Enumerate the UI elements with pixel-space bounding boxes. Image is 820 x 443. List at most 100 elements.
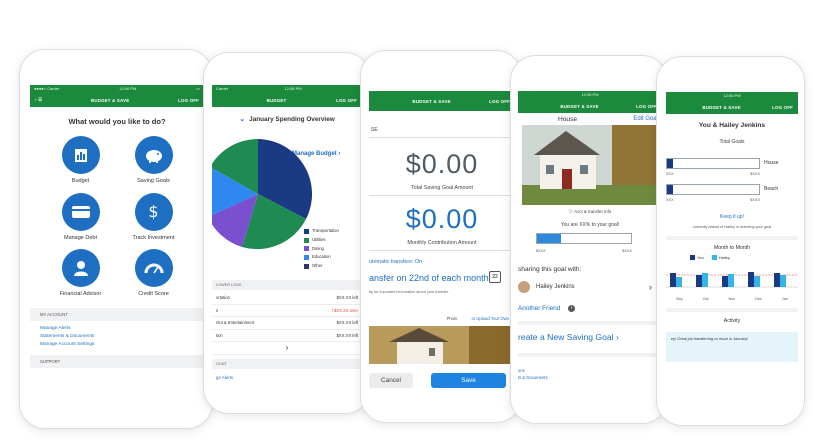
create-goal-link[interactable]: reate a New Saving Goal › xyxy=(518,332,619,342)
upload-photo-link[interactable]: or Upload Your Own xyxy=(472,316,509,321)
clock: 12:06 PM xyxy=(119,86,137,91)
bar-sep-hailey xyxy=(676,277,682,287)
feature-track-investment[interactable]: $ Track Investment xyxy=(117,192,190,242)
list-item[interactable]: ortation $XX.XX left xyxy=(212,292,362,305)
create-goal-label: reate a New Saving Goal xyxy=(518,332,614,342)
alerts-link[interactable]: ons xyxy=(518,367,548,374)
list-item[interactable]: tion $XX.XX left xyxy=(212,330,362,342)
app-header: ●●●●○ Carrier 12:06 PM ▭ ‹ ☰ BUDGET & SA… xyxy=(30,85,204,107)
transfer-date-selector[interactable]: ansfer on 22nd of each month xyxy=(369,273,489,283)
bar-oct-you xyxy=(696,275,702,287)
more-row[interactable]: › xyxy=(212,342,362,355)
list-item[interactable]: Out & Entertainment $XX.XX left xyxy=(212,317,362,330)
nav-bar: BUDGET & SAVE LOG OFF xyxy=(518,99,662,113)
feature-saving-goals[interactable]: Saving Goals xyxy=(117,136,190,185)
legend-hailey: Hailey xyxy=(711,255,730,261)
friend-row[interactable]: Hailey Jenkins › xyxy=(518,281,662,293)
legend-other: Other xyxy=(304,262,339,271)
total-goal-amount-input[interactable]: $0.00 xyxy=(369,149,515,180)
nav-title: BUDGET & SAVE xyxy=(560,103,599,109)
house-goal-values: XXX $XXX xyxy=(666,172,760,176)
auto-transfer-toggle[interactable]: utomatic transfers: On xyxy=(369,259,422,265)
my-account-header: MY ACCOUNT xyxy=(30,307,204,321)
total-goal-caption: Total Saving Goal Amount xyxy=(410,185,474,191)
house-goal-label: House xyxy=(764,160,779,166)
legend-transportation: Transportation xyxy=(304,227,339,236)
month-labels: Sep Oct Nov Dec Jan xyxy=(675,297,788,301)
logoff-button[interactable]: LOG OFF xyxy=(336,98,357,103)
logoff-button[interactable]: LOG OFF xyxy=(489,99,510,104)
beach-goal-values: XXX $XXX xyxy=(666,198,760,202)
page-title: What would you like to do? xyxy=(68,117,166,126)
logoff-button[interactable]: LOG OFF xyxy=(178,98,199,103)
avatar xyxy=(518,281,530,293)
pie-legend: Transportation Utilities Dining Educatio… xyxy=(304,227,339,271)
calendar-icon[interactable]: 22 xyxy=(489,271,501,283)
logoff-button[interactable]: LOG OFF xyxy=(636,104,657,109)
piggy-bank-icon xyxy=(134,136,173,174)
activity-message: ey! Great job transferring xx much in Ja… xyxy=(666,332,798,362)
feature-label: Financial Advisor xyxy=(59,291,102,297)
feature-budget[interactable]: Budget xyxy=(44,136,117,185)
documents-link[interactable]: ts & Documents xyxy=(518,374,548,381)
account-settings-link[interactable]: Manage Account Settings xyxy=(30,341,204,349)
month-to-month-title: Month to Month xyxy=(713,245,751,251)
nav-title: BUDGET & SAVE xyxy=(90,97,130,103)
spending-pie-chart xyxy=(212,138,312,250)
house-goal-fill xyxy=(667,159,674,168)
manage-alerts-link[interactable]: Manage Alerts xyxy=(30,325,204,333)
add-friend-label: Another Friend xyxy=(518,305,561,312)
logoff-button[interactable]: LOG OFF xyxy=(772,105,793,110)
ahead-message: currently ahead of Hailey in reaching yo… xyxy=(692,225,772,229)
edit-goal-link[interactable]: Edit Goal xyxy=(633,116,658,122)
feature-credit-score[interactable]: Credit Score xyxy=(117,249,190,298)
screen-goal-detail: 12:06 PM BUDGET & SAVE LOG OFF House Edi… xyxy=(518,91,662,407)
screen-shared-goals: 12:06 PM BUDGET & SAVE LOG OFF You & Hai… xyxy=(666,92,798,408)
bar-dec-you xyxy=(748,272,754,287)
nav-bar: BUDGET & SAVE LOG OFF xyxy=(666,100,798,114)
legend-dining: Dining xyxy=(304,245,339,254)
phone-shared-goals: 12:06 PM BUDGET & SAVE LOG OFF You & Hai… xyxy=(656,56,805,426)
save-button[interactable]: Save xyxy=(431,373,506,388)
chevron-right-icon: › xyxy=(285,343,289,353)
overview-title: January Spending Overview xyxy=(249,115,335,123)
feature-manage-debt[interactable]: Manage Debt xyxy=(44,192,117,242)
nav-title: BUDGET & SAVE xyxy=(412,98,451,104)
statements-link[interactable]: Statements & Documents xyxy=(30,333,204,341)
monthly-contribution-input[interactable]: $0.00 xyxy=(369,204,515,235)
goal-name: House xyxy=(558,115,578,123)
feature-financial-advisor[interactable]: Financial Advisor xyxy=(44,249,117,298)
category-list: ortation $XX.XX left s! $XX.XX over Out &… xyxy=(212,292,362,355)
nav-bar: BUDGET & SAVE LOG OFF xyxy=(369,91,515,111)
list-item[interactable]: s! $XX.XX over xyxy=(212,305,362,317)
month-to-month-chart xyxy=(666,272,798,288)
back-menu[interactable]: ‹ ☰ xyxy=(35,97,42,103)
feature-label: Credit Score xyxy=(138,291,169,297)
status-bar: ●●●●○ Carrier 12:06 PM ▭ xyxy=(30,85,204,93)
nav-title: BUDGET xyxy=(266,97,287,103)
acct-transfer-info[interactable]: ⓘ Acct & transfer info xyxy=(518,209,662,215)
spending-overview-toggle[interactable]: ⌄ January Spending Overview xyxy=(212,115,362,124)
alerts-link[interactable]: ge Alerts xyxy=(216,375,233,380)
clock: 12:06 PM xyxy=(723,93,741,98)
clock: 12:06 PM xyxy=(581,92,599,97)
bar-nov-you xyxy=(722,276,728,287)
cancel-button[interactable]: Cancel xyxy=(369,373,413,388)
nav-title: BUDGET & SAVE xyxy=(702,104,741,110)
screen-budget: Carrier 12:06 PM BUDGET LOG OFF ⌄ Januar… xyxy=(212,85,362,395)
app-header: BUDGET & SAVE LOG OFF xyxy=(369,91,515,111)
nav-bar: BUDGET LOG OFF xyxy=(212,93,362,107)
carrier-label: ●●●●○ Carrier xyxy=(34,86,60,91)
legend-utilities: Utilities xyxy=(304,236,339,245)
beach-goal-label: Beach xyxy=(764,186,779,192)
bar-dec-hailey xyxy=(754,276,760,287)
credit-card-icon xyxy=(61,192,100,231)
phone-goal-detail: 12:06 PM BUDGET & SAVE LOG OFF House Edi… xyxy=(510,55,668,424)
add-friend-link[interactable]: Another Friend i xyxy=(518,305,576,312)
gauge-icon xyxy=(134,249,173,287)
legend-you: You xyxy=(690,255,704,261)
keep-up-link[interactable]: Keep it up! xyxy=(666,214,798,220)
photo-row: Photo or Upload Your Own xyxy=(369,316,515,321)
feature-label: Budget xyxy=(71,178,90,184)
advisor-icon xyxy=(61,249,100,287)
